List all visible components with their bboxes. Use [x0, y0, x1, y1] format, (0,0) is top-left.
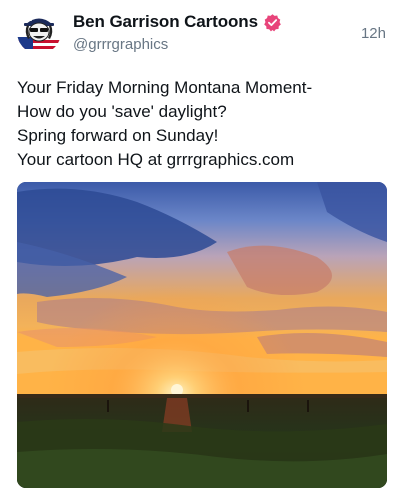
author-handle[interactable]: @grrrgraphics — [73, 36, 168, 53]
sunset-photo — [17, 182, 387, 488]
cartoon-avatar-icon — [17, 10, 61, 54]
post-body-line: How do you 'save' daylight? — [17, 102, 227, 121]
post-card[interactable]: Ben Garrison Cartoons @grrrgraphics 12h … — [0, 0, 404, 500]
post-body-line: Spring forward on Sunday! — [17, 126, 219, 145]
author-display-name[interactable]: Ben Garrison Cartoons — [73, 12, 258, 32]
verified-badge-icon — [263, 13, 282, 32]
author-name-row[interactable]: Ben Garrison Cartoons — [73, 12, 282, 32]
post-timestamp[interactable]: 12h — [361, 25, 386, 42]
post-body: Your Friday Morning Montana Moment- How … — [17, 76, 387, 172]
post-image[interactable] — [17, 182, 387, 488]
post-body-line: Your Friday Morning Montana Moment- — [17, 78, 313, 97]
author-avatar[interactable] — [17, 10, 61, 54]
post-body-line: Your cartoon HQ at grrrgraphics.com — [17, 150, 295, 169]
